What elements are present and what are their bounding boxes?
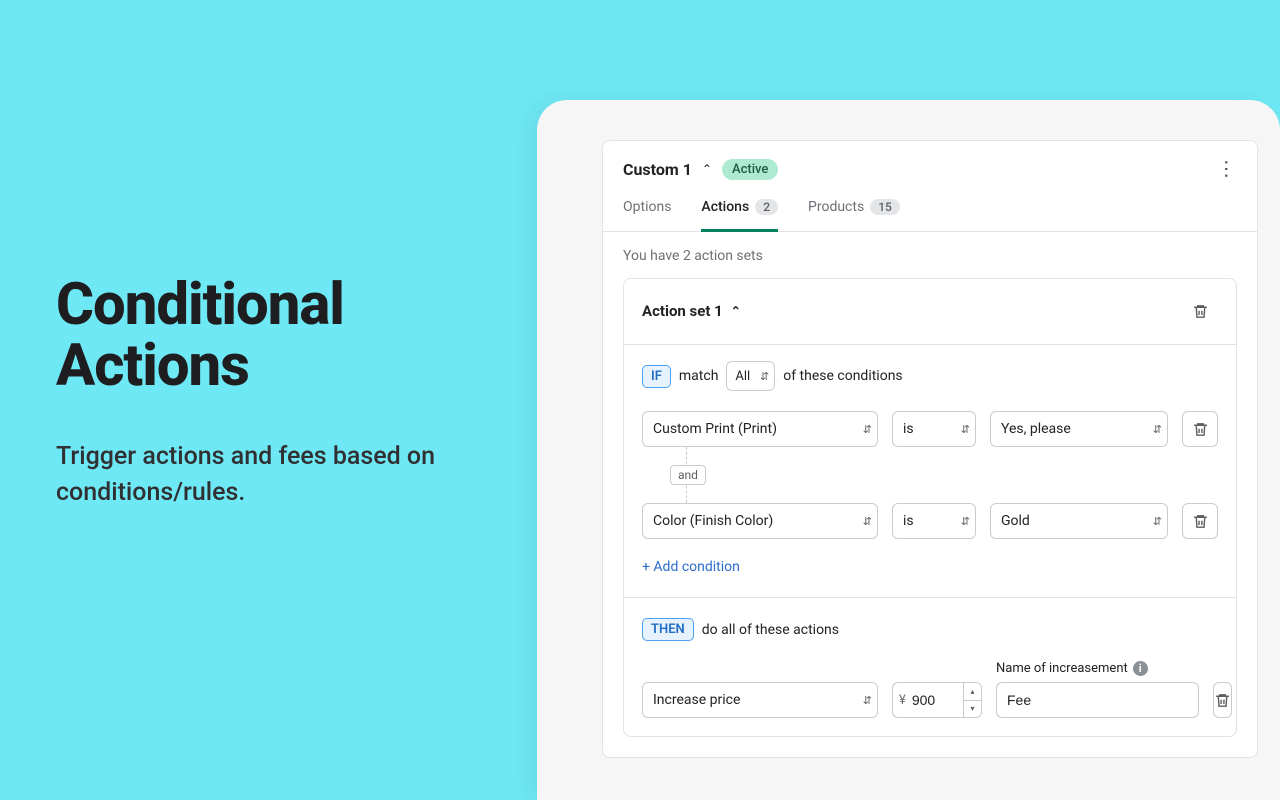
action-set-title: Action set 1: [642, 302, 723, 320]
action-row: Increase price ¥ ▴ ▾: [642, 682, 1218, 718]
match-label-pre: match: [679, 368, 719, 384]
hero-title-line1: Conditional: [56, 271, 344, 339]
condition-row: Custom Print (Print) is Yes, please: [642, 411, 1218, 447]
status-badge: Active: [722, 159, 778, 180]
tab-products[interactable]: Products 15: [808, 199, 900, 232]
action-type-select[interactable]: Increase price: [642, 682, 878, 718]
main-card: Custom 1 ⌃ Active ⋯ Options Actions 2 Pr…: [602, 140, 1258, 758]
trash-icon: [1192, 513, 1209, 530]
then-chip: THEN: [642, 618, 694, 641]
condition-field-select[interactable]: Custom Print (Print): [642, 411, 878, 447]
chevron-up-icon[interactable]: ⌃: [731, 304, 741, 318]
tab-actions-count: 2: [755, 199, 778, 215]
amount-input[interactable]: [912, 683, 963, 717]
if-chip: IF: [642, 365, 671, 388]
delete-condition-button[interactable]: [1182, 503, 1218, 539]
condition-field-select[interactable]: Color (Finish Color): [642, 503, 878, 539]
match-mode-select[interactable]: All: [726, 361, 775, 391]
condition-value-select[interactable]: Yes, please: [990, 411, 1168, 447]
tab-actions[interactable]: Actions 2: [701, 199, 778, 232]
match-label-post: of these conditions: [783, 368, 902, 384]
info-icon[interactable]: i: [1133, 661, 1148, 676]
condition-operator-select[interactable]: is: [892, 411, 976, 447]
and-connector: and: [670, 447, 1218, 503]
action-set-card: Action set 1 ⌃ IF match All of these con…: [623, 278, 1237, 737]
tab-products-count: 15: [870, 199, 900, 215]
currency-symbol: ¥: [893, 683, 912, 717]
tabs: Options Actions 2 Products 15: [603, 181, 1257, 232]
trash-icon: [1192, 421, 1209, 438]
fee-name-input[interactable]: [996, 682, 1199, 718]
action-set-counter: You have 2 action sets: [603, 232, 1257, 278]
add-condition-button[interactable]: + Add condition: [642, 559, 740, 575]
increasement-name-label: Name of increasement: [996, 661, 1128, 676]
hero-subtitle: Trigger actions and fees based on condit…: [56, 439, 516, 512]
more-menu-icon[interactable]: ⋯: [1215, 159, 1239, 179]
delete-action-button[interactable]: [1213, 682, 1232, 718]
tab-options[interactable]: Options: [623, 199, 671, 232]
chevron-up-icon[interactable]: ⌃: [702, 162, 712, 176]
and-pill: and: [670, 465, 706, 485]
hero-title: Conditional Actions: [56, 275, 516, 397]
amount-step-up[interactable]: ▴: [964, 683, 981, 701]
hero-title-line2: Actions: [56, 332, 249, 400]
then-label: do all of these actions: [702, 622, 839, 638]
delete-condition-button[interactable]: [1182, 411, 1218, 447]
trash-icon: [1214, 692, 1231, 709]
tab-products-label: Products: [808, 199, 864, 215]
amount-step-down[interactable]: ▾: [964, 701, 981, 718]
tab-actions-label: Actions: [701, 199, 749, 215]
tab-options-label: Options: [623, 199, 671, 215]
condition-row: Color (Finish Color) is Gold: [642, 503, 1218, 539]
amount-input-wrapper: ¥ ▴ ▾: [892, 682, 982, 718]
delete-set-button[interactable]: [1182, 293, 1218, 329]
app-panel: Custom 1 ⌃ Active ⋯ Options Actions 2 Pr…: [537, 100, 1280, 800]
condition-value-select[interactable]: Gold: [990, 503, 1168, 539]
trash-icon: [1192, 303, 1209, 320]
option-set-name: Custom 1: [623, 160, 692, 179]
condition-operator-select[interactable]: is: [892, 503, 976, 539]
